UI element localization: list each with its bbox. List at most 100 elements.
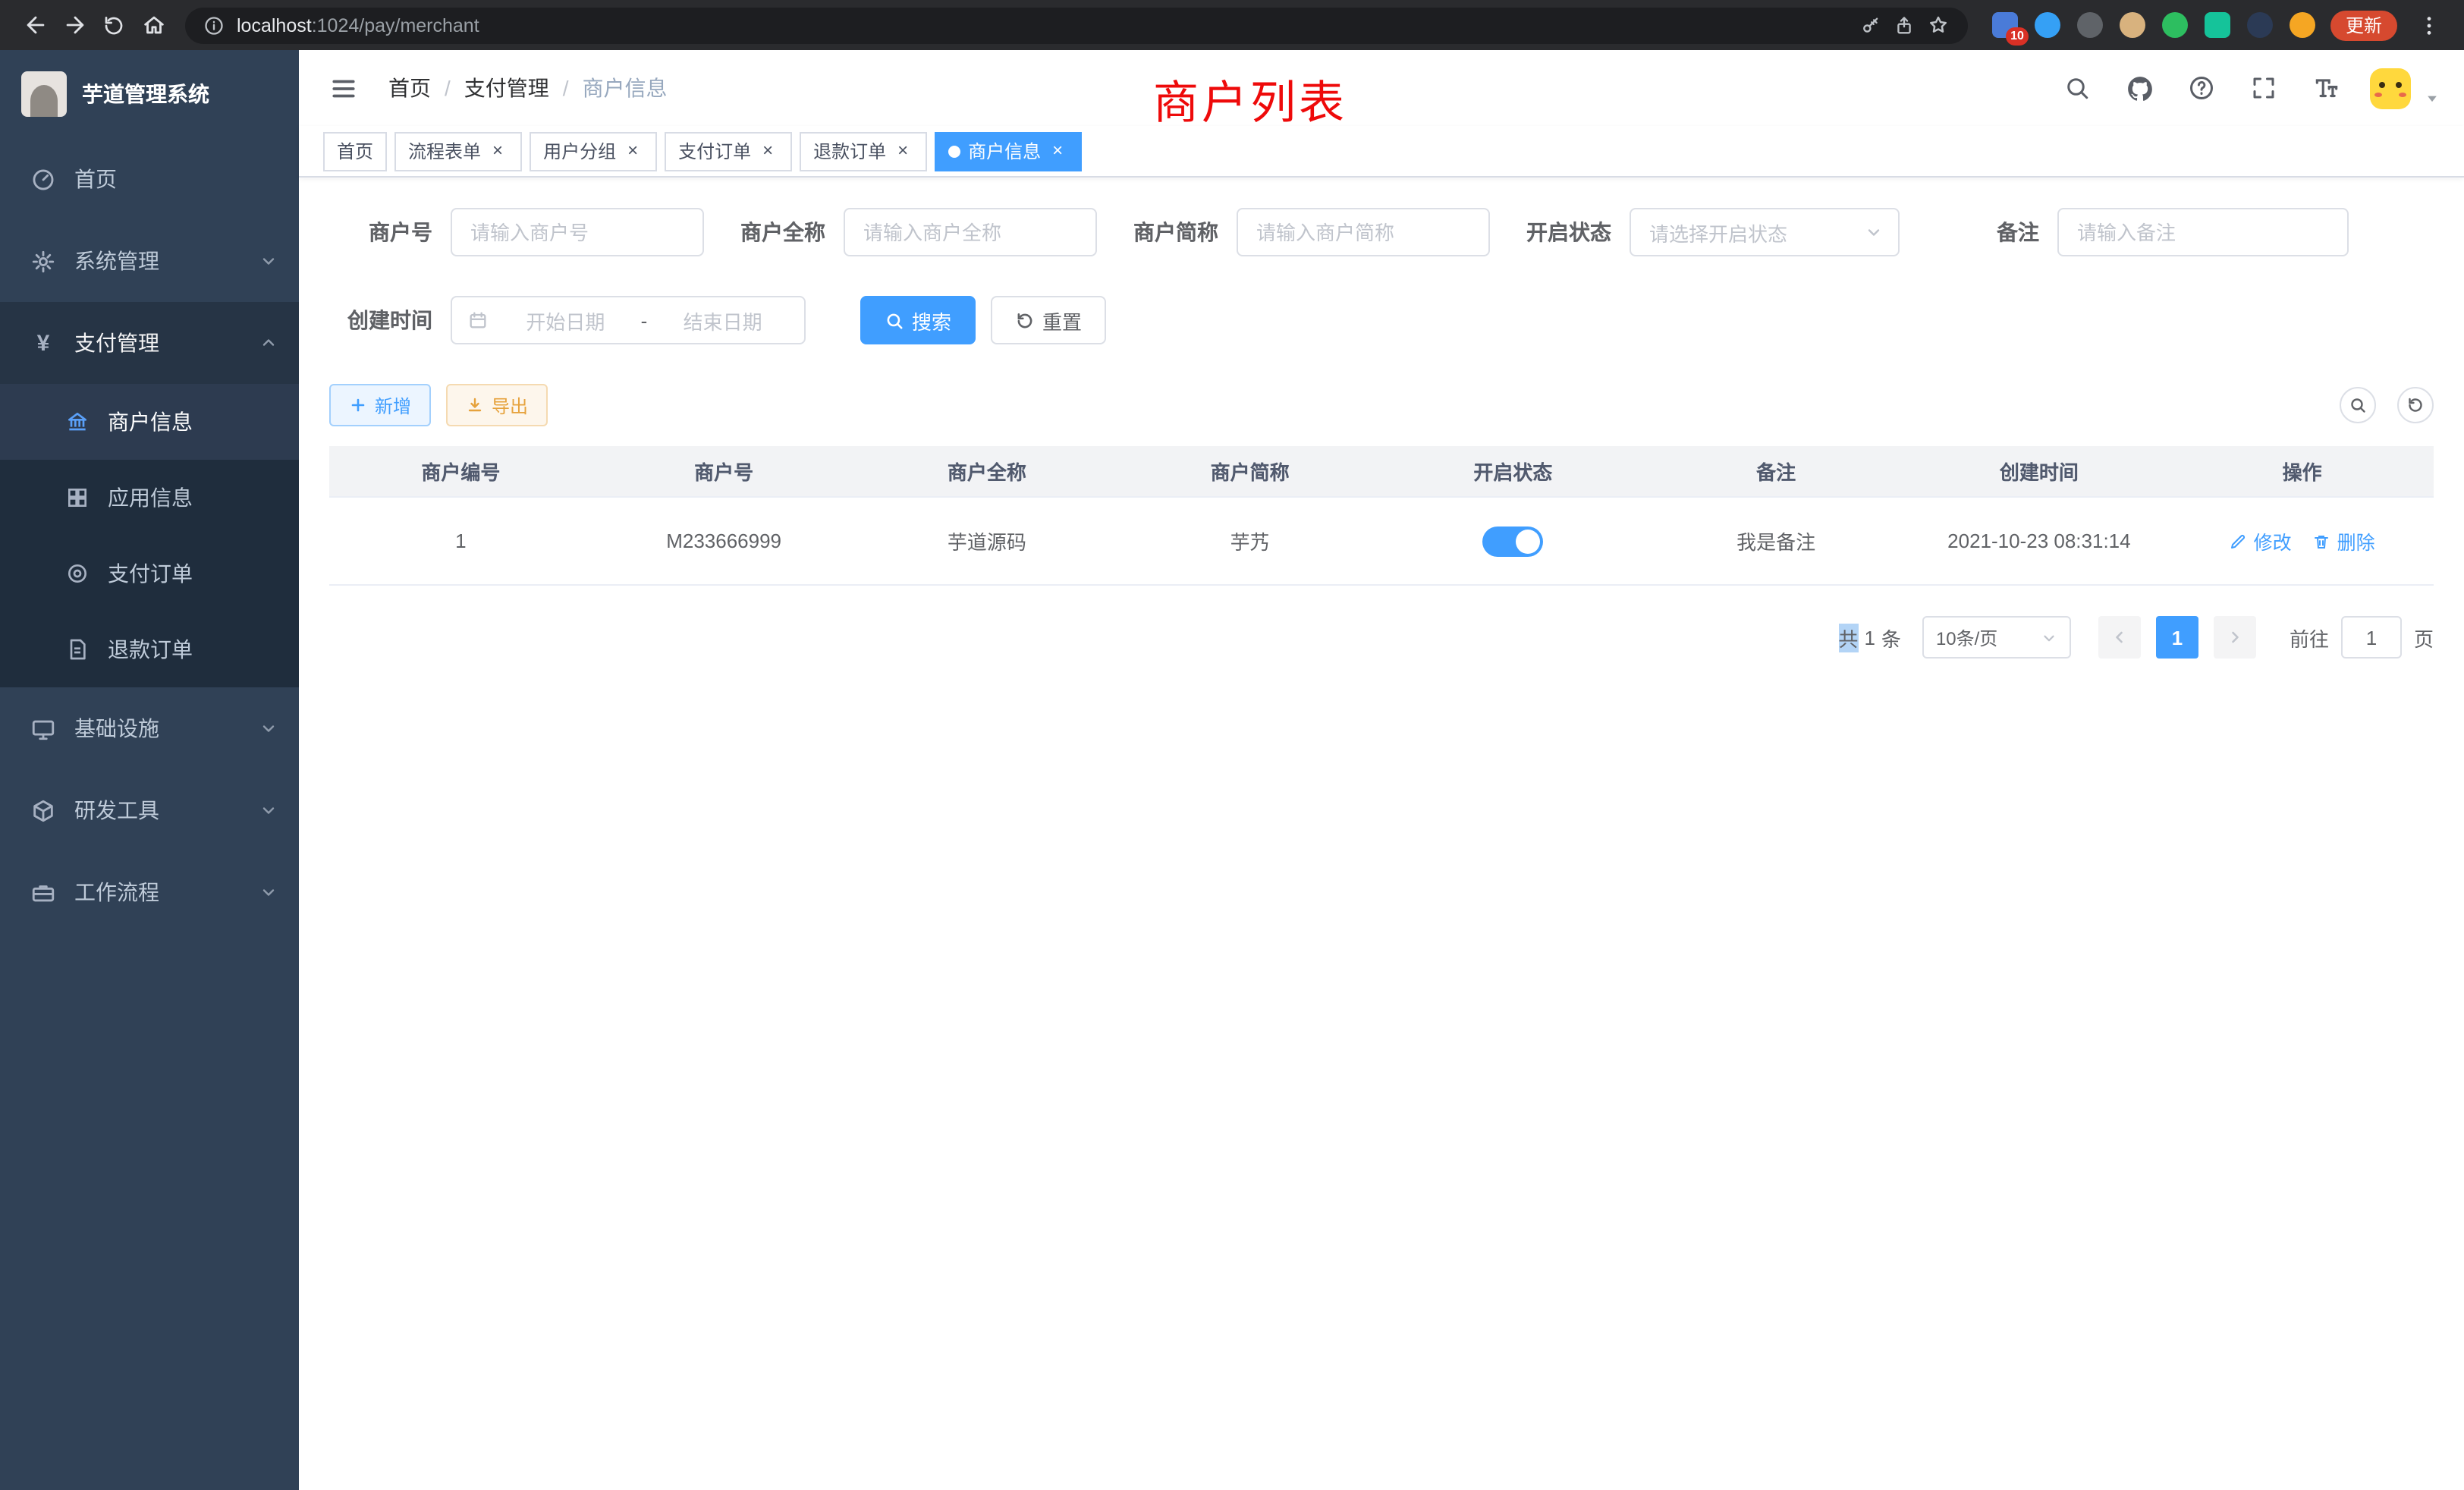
start-date-placeholder: 开始日期: [499, 306, 632, 335]
filter-remark: 备注: [1997, 208, 2349, 256]
tab-close-icon[interactable]: [622, 140, 643, 162]
help-icon[interactable]: [2183, 70, 2220, 106]
tab-pay-order[interactable]: 支付订单: [665, 131, 792, 171]
date-range-picker[interactable]: 开始日期 - 结束日期: [451, 296, 806, 344]
sidebar-item-workflow[interactable]: 工作流程: [0, 851, 299, 933]
sidebar-item-merchant-info[interactable]: 商户信息: [0, 384, 299, 460]
tab-close-icon[interactable]: [487, 140, 508, 162]
fullscreen-icon[interactable]: [2246, 70, 2282, 106]
chevron-down-icon: [259, 252, 278, 270]
tab-close-icon[interactable]: [1047, 140, 1068, 162]
filter-status: 开启状态 请选择开启状态: [1526, 208, 1900, 256]
tab-process-form[interactable]: 流程表单: [394, 131, 522, 171]
chevron-down-icon: [259, 883, 278, 901]
sidebar-item-system[interactable]: 系统管理: [0, 220, 299, 302]
extension-icon-6[interactable]: [2205, 12, 2230, 38]
home-button[interactable]: [134, 5, 173, 45]
sidebar-logo[interactable]: 芋道管理系统: [0, 50, 299, 138]
sidebar-item-home[interactable]: 首页: [0, 138, 299, 220]
github-icon[interactable]: [2121, 70, 2158, 106]
tab-home[interactable]: 首页: [323, 131, 387, 171]
site-info-icon[interactable]: [203, 14, 225, 36]
filter-full-name: 商户全称: [740, 208, 1097, 256]
edit-link[interactable]: 修改: [2230, 527, 2292, 555]
bookmark-star-icon[interactable]: [1927, 14, 1950, 36]
pay-submenu: 商户信息 应用信息 支付订单: [0, 384, 299, 687]
refresh-table-button[interactable]: [2397, 387, 2434, 423]
tab-close-icon[interactable]: [757, 140, 778, 162]
extension-icon-7[interactable]: [2247, 12, 2273, 38]
tabs-bar: 首页 流程表单 用户分组 支付订单 退款订单 商户信息: [299, 126, 2464, 178]
sidebar-item-label: 商户信息: [108, 407, 193, 437]
short-name-input[interactable]: [1237, 208, 1490, 256]
status-toggle[interactable]: [1482, 526, 1543, 556]
extension-icon-2[interactable]: [2035, 12, 2060, 38]
sidebar-item-devtools[interactable]: 研发工具: [0, 769, 299, 851]
tab-close-icon[interactable]: [892, 140, 913, 162]
back-button[interactable]: [15, 5, 55, 45]
hide-search-button[interactable]: [2340, 387, 2376, 423]
pagination: 共 1 条 10条/页 1: [329, 616, 2434, 659]
browser-update-button[interactable]: 更新: [2330, 10, 2397, 40]
extension-badge: 10: [2006, 27, 2029, 46]
delete-link[interactable]: 删除: [2313, 527, 2375, 555]
share-icon[interactable]: [1894, 14, 1915, 36]
font-size-icon[interactable]: [2308, 70, 2344, 106]
reset-button[interactable]: 重置: [991, 296, 1106, 344]
sidebar-item-app-info[interactable]: 应用信息: [0, 460, 299, 536]
merchant-icon: [64, 409, 90, 435]
filter-label: 商户号: [329, 217, 451, 247]
full-name-input[interactable]: [844, 208, 1097, 256]
sidebar-item-label: 应用信息: [108, 483, 193, 513]
caret-down-icon[interactable]: [2425, 90, 2440, 105]
export-button[interactable]: 导出: [446, 384, 548, 426]
extensions-row: 10: [1992, 12, 2315, 38]
breadcrumb-section[interactable]: 支付管理: [431, 73, 549, 103]
extension-icon-5[interactable]: [2162, 12, 2188, 38]
extension-icon-1[interactable]: 10: [1992, 12, 2018, 38]
monitor-icon: [30, 715, 56, 741]
goto-page-input[interactable]: [2341, 616, 2402, 659]
breadcrumb-current: 商户信息: [549, 73, 668, 103]
status-select[interactable]: 请选择开启状态: [1630, 208, 1900, 256]
tab-refund-order[interactable]: 退款订单: [800, 131, 927, 171]
extension-icon-3[interactable]: [2077, 12, 2103, 38]
remark-input[interactable]: [2057, 208, 2349, 256]
hamburger-icon[interactable]: [323, 68, 364, 108]
avatar[interactable]: [2370, 68, 2411, 108]
date-separator: -: [632, 309, 657, 332]
url-bar[interactable]: localhost:1024/pay/merchant: [185, 7, 1968, 43]
filter-label: 创建时间: [329, 305, 451, 335]
sidebar-item-label: 首页: [74, 164, 117, 194]
sidebar-item-infra[interactable]: 基础设施: [0, 687, 299, 769]
pagination-total: 共 1 条: [1838, 623, 1901, 652]
filter-label: 备注: [1997, 217, 2057, 247]
extension-icon-4[interactable]: [2120, 12, 2145, 38]
cell-status: [1381, 526, 1645, 556]
sidebar-item-pay[interactable]: 支付管理: [0, 302, 299, 384]
forward-button[interactable]: [55, 5, 94, 45]
chevron-down-icon: [259, 719, 278, 737]
browser-menu-icon[interactable]: [2409, 5, 2449, 45]
password-key-icon[interactable]: [1860, 14, 1881, 36]
sidebar-item-pay-order[interactable]: 支付订单: [0, 536, 299, 611]
prev-page-button[interactable]: [2098, 616, 2141, 659]
breadcrumb-home[interactable]: 首页: [388, 73, 431, 103]
app-title: 芋道管理系统: [82, 79, 209, 109]
cell-full-name: 芋道源码: [856, 527, 1119, 555]
cell-create-time: 2021-10-23 08:31:14: [1908, 530, 2171, 552]
search-button[interactable]: 搜索: [860, 296, 976, 344]
tab-user-group[interactable]: 用户分组: [530, 131, 657, 171]
sidebar-item-refund-order[interactable]: 退款订单: [0, 611, 299, 687]
extension-icon-8[interactable]: [2290, 12, 2315, 38]
merchant-no-input[interactable]: [451, 208, 704, 256]
next-page-button[interactable]: [2214, 616, 2256, 659]
tab-merchant-info[interactable]: 商户信息: [935, 131, 1082, 171]
filter-label: 开启状态: [1526, 217, 1630, 247]
search-icon[interactable]: [2059, 70, 2095, 106]
browser-toolbar: localhost:1024/pay/merchant 10 更新: [0, 0, 2464, 50]
page-size-select[interactable]: 10条/页: [1922, 616, 2071, 659]
add-button[interactable]: 新增: [329, 384, 431, 426]
reload-button[interactable]: [94, 5, 134, 45]
page-1-button[interactable]: 1: [2156, 616, 2198, 659]
